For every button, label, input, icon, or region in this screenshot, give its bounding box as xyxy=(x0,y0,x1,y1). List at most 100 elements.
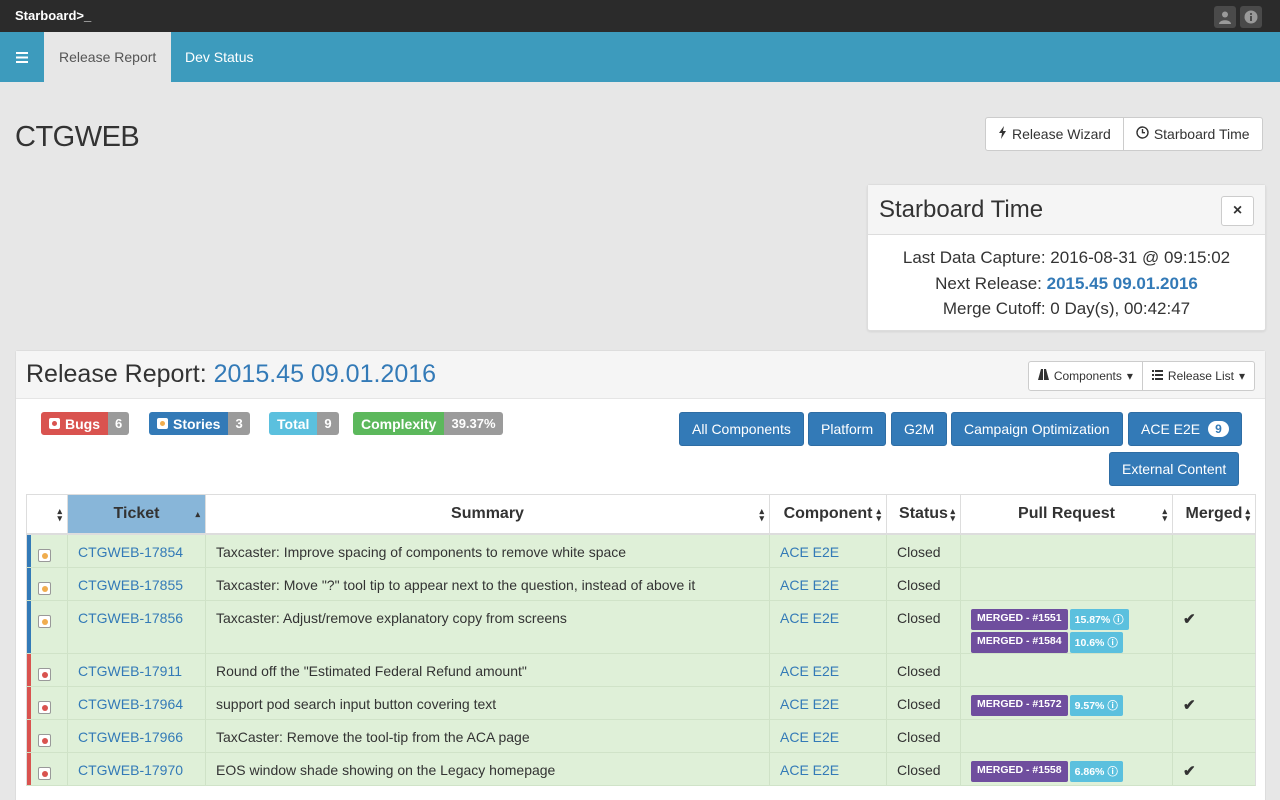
merged-pr-badge[interactable]: MERGED - #1551 xyxy=(971,609,1068,630)
release-list-dropdown[interactable]: Release List ▾ xyxy=(1142,361,1255,391)
bug-icon xyxy=(38,734,51,747)
component-link[interactable]: ACE E2E xyxy=(770,535,887,567)
next-release: Next Release: 2015.45 09.01.2016 xyxy=(935,273,1198,293)
coverage-badge[interactable]: 15.87% ⓘ xyxy=(1069,609,1129,630)
status-cell: Closed xyxy=(887,654,961,686)
page-title: CTGWEB xyxy=(15,121,140,153)
user-icon[interactable] xyxy=(1214,6,1236,28)
merged-pr-badge[interactable]: MERGED - #1572 xyxy=(971,695,1068,716)
starboard-time-button[interactable]: Starboard Time xyxy=(1123,117,1263,151)
component-link[interactable]: ACE E2E xyxy=(770,568,887,600)
clock-icon xyxy=(1136,126,1149,142)
table-row[interactable]: CTGWEB-17970 EOS window shade showing on … xyxy=(26,753,1256,786)
menu-icon[interactable] xyxy=(0,32,44,82)
type-stripe xyxy=(27,753,31,785)
type-column-header[interactable]: ▴ ▾ xyxy=(27,495,68,533)
external-content-button[interactable]: External Content xyxy=(1109,452,1240,486)
table-row[interactable]: CTGWEB-17854 Taxcaster: Improve spacing o… xyxy=(26,535,1256,568)
tab-dev-status[interactable]: Dev Status xyxy=(170,32,268,82)
caret-down-icon: ▾ xyxy=(1238,369,1245,383)
ticket-column-header[interactable]: Ticket ▴ xyxy=(68,495,206,533)
summary-cell: TaxCaster: Remove the tool-tip from the … xyxy=(206,720,770,752)
pull-request-cell xyxy=(961,535,1173,567)
components-dropdown[interactable]: Components ▾ xyxy=(1027,361,1143,391)
total-label: Total 9 xyxy=(269,412,339,435)
status-cell: Closed xyxy=(887,720,961,752)
close-button[interactable]: × xyxy=(1221,196,1254,226)
ticket-link[interactable]: CTGWEB-17911 xyxy=(68,654,206,686)
list-icon xyxy=(1151,369,1163,383)
pull-request-column-header[interactable]: Pull Request ▴ ▾ xyxy=(961,495,1173,533)
coverage-badge[interactable]: 9.57% ⓘ xyxy=(1069,695,1123,716)
ace-e2e-button[interactable]: ACE E2E 9 xyxy=(1128,412,1242,446)
summary-cell: Round off the "Estimated Federal Refund … xyxy=(206,654,770,686)
next-release-link[interactable]: 2015.45 09.01.2016 xyxy=(1047,274,1198,293)
starboard-time-label: Starboard Time xyxy=(1153,126,1250,142)
merged-pr-badge[interactable]: MERGED - #1584 xyxy=(971,632,1068,653)
pull-request-cell: MERGED - #1551 15.87% ⓘ MERGED - #1584 10.6… xyxy=(961,601,1173,653)
ticket-link[interactable]: CTGWEB-17856 xyxy=(68,601,206,653)
merged-cell: ✔ xyxy=(1173,687,1255,719)
brand-logo[interactable]: Starboard>_ xyxy=(15,8,91,23)
bug-icon xyxy=(38,767,51,780)
pull-request-cell: MERGED - #1558 6.86% ⓘ xyxy=(961,753,1173,785)
story-icon xyxy=(38,549,51,562)
component-column-header[interactable]: Component ▴ ▾ xyxy=(770,495,887,533)
summary-column-header[interactable]: Summary ▴ ▾ xyxy=(206,495,770,533)
table-row[interactable]: CTGWEB-17964 support pod search input but… xyxy=(26,687,1256,720)
merged-column-header[interactable]: Merged ▴ ▾ xyxy=(1173,495,1255,533)
coverage-badge[interactable]: 6.86% ⓘ xyxy=(1069,761,1123,782)
coverage-badge[interactable]: 10.6% ⓘ xyxy=(1069,632,1123,653)
story-icon xyxy=(157,418,168,429)
ticket-link[interactable]: CTGWEB-17854 xyxy=(68,535,206,567)
merged-cell: ✔ xyxy=(1173,753,1255,785)
all-components-button[interactable]: All Components xyxy=(679,412,804,446)
info-icon[interactable] xyxy=(1240,6,1262,28)
ticket-link[interactable]: CTGWEB-17964 xyxy=(68,687,206,719)
ticket-link[interactable]: CTGWEB-17966 xyxy=(68,720,206,752)
bug-icon xyxy=(49,418,60,429)
header-button-group: Release Wizard Starboard Time xyxy=(985,117,1263,151)
release-wizard-button[interactable]: Release Wizard xyxy=(985,117,1124,151)
summary-cell: support pod search input button covering… xyxy=(206,687,770,719)
type-stripe xyxy=(27,720,31,752)
ticket-link[interactable]: CTGWEB-17855 xyxy=(68,568,206,600)
campaign-optimization-button[interactable]: Campaign Optimization xyxy=(951,412,1123,446)
merged-cell xyxy=(1173,568,1255,600)
bug-icon xyxy=(38,701,51,714)
component-link[interactable]: ACE E2E xyxy=(770,654,887,686)
type-stripe xyxy=(27,601,31,653)
component-link[interactable]: ACE E2E xyxy=(770,687,887,719)
release-link[interactable]: 2015.45 09.01.2016 xyxy=(214,360,436,388)
ace-count-badge: 9 xyxy=(1208,421,1229,437)
top-bar: Starboard>_ xyxy=(0,0,1280,32)
check-icon: ✔ xyxy=(1183,697,1196,714)
bolt-icon xyxy=(998,126,1007,142)
panel-title: Starboard Time xyxy=(879,196,1044,223)
table-row[interactable]: CTGWEB-17856 Taxcaster: Adjust/remove exp… xyxy=(26,601,1256,654)
type-cell xyxy=(27,535,68,567)
ticket-link[interactable]: CTGWEB-17970 xyxy=(68,753,206,785)
status-column-header[interactable]: Status ▴ ▾ xyxy=(887,495,961,533)
table-row[interactable]: CTGWEB-17911 Round off the "Estimated Fed… xyxy=(26,654,1256,687)
release-list-label: Release List xyxy=(1167,369,1234,383)
table-row[interactable]: CTGWEB-17966 TaxCaster: Remove the tool-t… xyxy=(26,720,1256,753)
starboard-time-panel: Starboard Time × Last Data Capture: 2016… xyxy=(867,184,1266,331)
tickets-table: ▴ ▾ Ticket ▴ Summary ▴ ▾ Component ▴ ▾ Status ▴… xyxy=(26,494,1256,786)
release-report-panel: Release Report: 2015.45 09.01.2016 Compo… xyxy=(15,350,1266,800)
merged-pr-badge[interactable]: MERGED - #1558 xyxy=(971,761,1068,782)
component-link[interactable]: ACE E2E xyxy=(770,601,887,653)
type-cell xyxy=(27,753,68,785)
component-link[interactable]: ACE E2E xyxy=(770,720,887,752)
table-row[interactable]: CTGWEB-17855 Taxcaster: Move "?" tool tip… xyxy=(26,568,1256,601)
main-nav: Release Report Dev Status xyxy=(0,32,1280,82)
type-cell xyxy=(27,720,68,752)
merged-cell xyxy=(1173,720,1255,752)
platform-button[interactable]: Platform xyxy=(808,412,887,446)
g2m-button[interactable]: G2M xyxy=(891,412,948,446)
complexity-count: 39.37% xyxy=(444,412,503,435)
status-cell: Closed xyxy=(887,535,961,567)
type-cell xyxy=(27,601,68,653)
tab-release-report[interactable]: Release Report xyxy=(44,32,172,82)
component-link[interactable]: ACE E2E xyxy=(770,753,887,785)
